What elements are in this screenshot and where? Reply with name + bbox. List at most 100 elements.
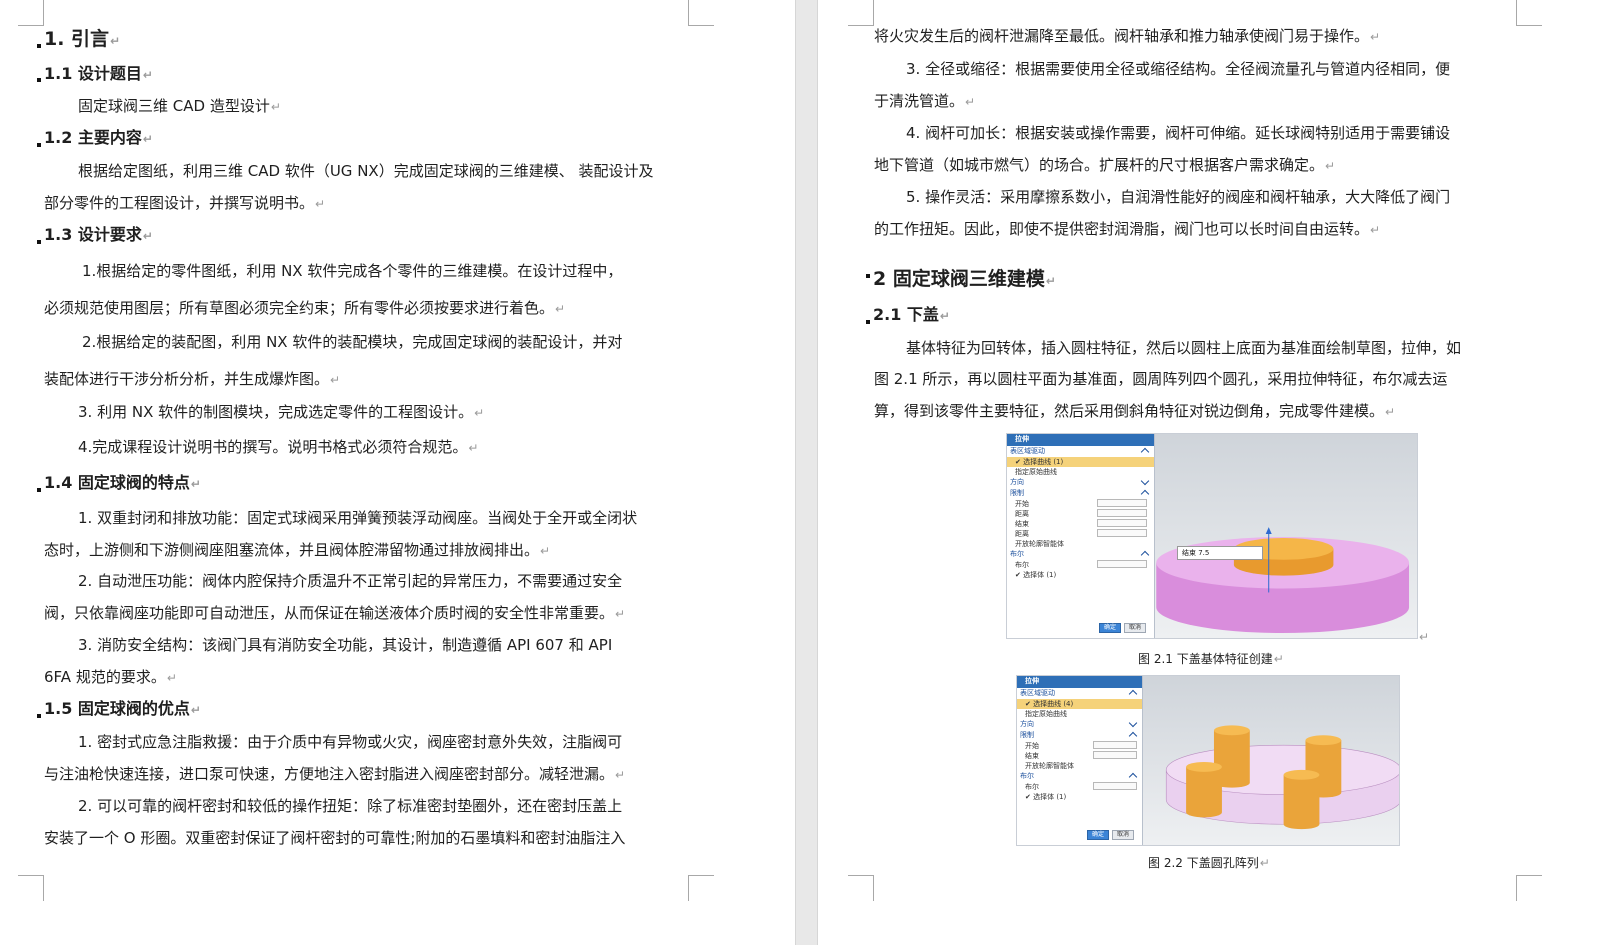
- heading-1-intro: 1. 引言↵: [44, 28, 121, 50]
- start-field[interactable]: [1093, 741, 1137, 749]
- distance-row[interactable]: 距离: [1007, 529, 1154, 539]
- crop-mark: [688, 875, 714, 901]
- advantage-2-cont: 安装了一个 O 形圈。双重密封保证了阀杆密封的可靠性;附加的石墨填料和密封油脂注…: [44, 829, 626, 847]
- boolean-header[interactable]: 布尔: [1007, 549, 1154, 560]
- crop-mark: [18, 875, 44, 901]
- end-row[interactable]: 结束: [1017, 751, 1142, 761]
- heading-bullet: [37, 143, 41, 147]
- cover-paragraph: 基体特征为回转体，插入圆柱特征，然后以圆柱上底面为基准面绘制草图，拉伸，如: [906, 339, 1462, 357]
- collapse-icon[interactable]: [1140, 550, 1150, 560]
- paragraph-content-cont: 部分零件的工程图设计，并撰写说明书。↵: [44, 194, 326, 212]
- ok-button[interactable]: 确定: [1099, 623, 1121, 633]
- start-row[interactable]: 开始: [1017, 741, 1142, 751]
- select-curve-row[interactable]: ✔ 选择曲线 (1): [1007, 457, 1154, 467]
- distance-row[interactable]: 距离: [1007, 509, 1154, 519]
- requirement-2-cont: 装配体进行干涉分析分析，并生成爆炸图。↵: [44, 370, 341, 388]
- cover-paragraph-cont-2: 算，得到该零件主要特征，然后采用倒斜角特征对锐边倒角，完成零件建模。↵: [874, 402, 1396, 420]
- boolean-row[interactable]: 布尔: [1017, 782, 1142, 792]
- extrude-dialog-1[interactable]: 拉伸 表区域驱动 ✔ 选择曲线 (1) 指定原始曲线 方向 限制 开始 距离 结…: [1007, 434, 1155, 638]
- item-4: 4. 阀杆可加长：根据安装或操作需要，阀杆可伸缩。延长球阀特别适用于需要铺设: [906, 124, 1451, 142]
- heading-bullet: [37, 78, 41, 82]
- limit-header[interactable]: 限制: [1017, 730, 1142, 741]
- end-field[interactable]: [1097, 519, 1147, 527]
- feature-3: 3. 消防安全结构：该阀门具有消防安全功能，其设计，制造遵循 API 607 和…: [78, 636, 613, 654]
- specify-curve-row[interactable]: 指定原始曲线: [1017, 709, 1142, 719]
- requirement-1-cont: 必须规范使用图层；所有草图必须完全约束；所有零件必须按要求进行着色。↵: [44, 299, 566, 317]
- dialog-title: 拉伸: [1017, 676, 1142, 688]
- dialog-title: 拉伸: [1007, 434, 1154, 446]
- crop-mark: [18, 0, 44, 26]
- advantage-2: 2. 可以可靠的阀杆密封和较低的操作扭矩：除了标准密封垫圈外，还在密封压盖上: [78, 797, 623, 815]
- expand-icon[interactable]: [1128, 718, 1138, 728]
- cancel-button[interactable]: 取消: [1124, 623, 1146, 633]
- start-field[interactable]: [1097, 499, 1147, 507]
- heading-bullet: [866, 274, 870, 278]
- heading-2-lower-cover: 2.1 下盖↵: [873, 305, 950, 324]
- cover-paragraph-cont-1: 图 2.1 所示，再以圆柱平面为基准面，圆周阵列四个圆孔，采用拉伸特征，布尔减去…: [874, 370, 1448, 388]
- item-5: 5. 操作灵活：采用摩擦系数小，自润滑性能好的阀座和阀杆轴承，大大降低了阀门: [906, 188, 1451, 206]
- limit-header[interactable]: 限制: [1007, 488, 1154, 499]
- boolean-field[interactable]: [1097, 560, 1147, 568]
- requirement-1: 1.根据给定的零件图纸，利用 NX 软件完成各个零件的三维建模。在设计过程中，: [82, 262, 623, 280]
- figure-2-2-caption: 图 2.2 下盖圆孔阵列↵: [1148, 856, 1270, 870]
- crop-mark: [848, 0, 874, 26]
- heading-2-advantages: 1.5 固定球阀的优点↵: [44, 699, 201, 718]
- item-4-cont: 地下管道（如城市燃气）的场合。扩展杆的尺寸根据客户需求确定。↵: [874, 156, 1336, 174]
- item-5-cont: 的工作扭矩。因此，即使不提供密封润滑脂，阀门也可以长时间自由运转。↵: [874, 220, 1381, 238]
- select-body-row[interactable]: ✔ 选择体 (1): [1017, 792, 1142, 802]
- ok-button[interactable]: 确定: [1087, 830, 1109, 840]
- boolean-field[interactable]: [1093, 782, 1137, 790]
- requirement-2: 2.根据给定的装配图，利用 NX 软件的装配模块，完成固定球阀的装配设计，并对: [82, 333, 623, 351]
- heading-bullet: [37, 240, 41, 244]
- extrude-dialog-2[interactable]: 拉伸 表区域驱动 ✔ 选择曲线 (4) 指定原始曲线 方向 限制 开始 结束 开…: [1017, 676, 1143, 845]
- figure-2-1-caption: 图 2.1 下盖基体特征创建↵: [1138, 652, 1284, 666]
- heading-2-requirements: 1.3 设计要求↵: [44, 225, 153, 244]
- heading-2-topic: 1.1 设计题目↵: [44, 64, 153, 83]
- heading-bullet: [37, 488, 41, 492]
- start-row[interactable]: 开始: [1007, 499, 1154, 509]
- feature-2: 2. 自动泄压功能：阀体内腔保持介质温升不正常引起的异常压力，不需要通过安全: [78, 572, 623, 590]
- collapse-icon[interactable]: [1128, 689, 1138, 699]
- figure-2-1-screenshot: 结束 7.5 拉伸 表区域驱动 ✔ 选择曲线 (1) 指定原始曲线 方向 限制 …: [1006, 433, 1418, 639]
- crop-mark: [848, 875, 874, 901]
- paragraph-continued: 将火灾发生后的阀杆泄漏降至最低。阀杆轴承和推力轴承使阀门易于操作。↵: [874, 27, 1381, 45]
- open-profile-row[interactable]: 开放轮廓智能体: [1017, 761, 1142, 771]
- feature-2-cont: 阀，只依靠阀座功能即可自动泄压，从而保证在输送液体介质时阀的安全性非常重要。↵: [44, 604, 626, 622]
- heading-1-modeling: 2 固定球阀三维建模↵: [873, 268, 1056, 290]
- heading-2-features: 1.4 固定球阀的特点↵: [44, 473, 201, 492]
- collapse-icon[interactable]: [1128, 772, 1138, 782]
- select-curve-row[interactable]: ✔ 选择曲线 (4): [1017, 699, 1142, 709]
- requirement-3: 3. 利用 NX 软件的制图模块，完成选定零件的工程图设计。↵: [78, 403, 485, 421]
- collapse-icon[interactable]: [1140, 489, 1150, 499]
- direction-header[interactable]: 方向: [1007, 476, 1154, 488]
- end-field[interactable]: [1093, 751, 1137, 759]
- dimension-tooltip[interactable]: 结束 7.5: [1177, 546, 1263, 560]
- distance-field[interactable]: [1097, 509, 1147, 517]
- section-header[interactable]: 表区域驱动: [1007, 446, 1154, 457]
- page-gutter: [795, 0, 818, 945]
- figure-2-2-screenshot: 拉伸 表区域驱动 ✔ 选择曲线 (4) 指定原始曲线 方向 限制 开始 结束 开…: [1016, 675, 1400, 846]
- direction-header[interactable]: 方向: [1017, 718, 1142, 730]
- heading-bullet: [37, 44, 41, 48]
- boolean-header[interactable]: 布尔: [1017, 771, 1142, 782]
- advantage-1-cont: 与注油枪快速连接，进口泵可快速，方便地注入密封脂进入阀座密封部分。减轻泄漏。↵: [44, 765, 626, 783]
- item-3: 3. 全径或缩径：根据需要使用全径或缩径结构。全径阀流量孔与管道内径相同，便: [906, 60, 1451, 78]
- crop-mark: [1516, 875, 1542, 901]
- dialog-buttons: 确定 取消: [1084, 829, 1134, 840]
- collapse-icon[interactable]: [1128, 731, 1138, 741]
- select-body-row[interactable]: ✔ 选择体 (1): [1007, 570, 1154, 580]
- specify-curve-row[interactable]: 指定原始曲线: [1007, 467, 1154, 477]
- cancel-button[interactable]: 取消: [1112, 830, 1134, 840]
- section-header[interactable]: 表区域驱动: [1017, 688, 1142, 699]
- open-profile-row[interactable]: 开放轮廓智能体: [1007, 539, 1154, 549]
- expand-icon[interactable]: [1140, 476, 1150, 486]
- distance-field[interactable]: [1097, 529, 1147, 537]
- feature-3-cont: 6FA 规范的要求。↵: [44, 668, 177, 686]
- collapse-icon[interactable]: [1140, 447, 1150, 457]
- crop-mark: [1516, 0, 1542, 26]
- boolean-row[interactable]: 布尔: [1007, 560, 1154, 570]
- document-page-left: 1. 引言↵ 1.1 设计题目↵ 固定球阀三维 CAD 造型设计↵ 1.2 主要…: [0, 0, 795, 945]
- end-row[interactable]: 结束: [1007, 519, 1154, 529]
- paragraph-topic: 固定球阀三维 CAD 造型设计↵: [78, 97, 281, 115]
- heading-bullet: [866, 320, 870, 324]
